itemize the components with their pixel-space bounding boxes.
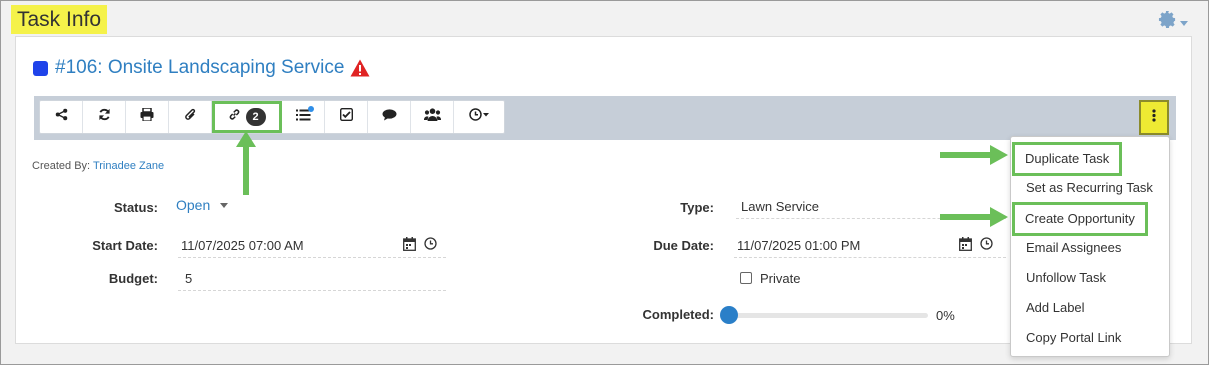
checkbox-icon (740, 272, 752, 284)
menu-item-email-assignees[interactable]: Email Assignees (1011, 233, 1169, 263)
completed-slider-thumb[interactable] (720, 306, 738, 324)
status-label: Status: (113, 200, 158, 215)
created-by-label: Created By: (32, 160, 91, 172)
budget-value: 5 (185, 271, 193, 286)
calendar-icon[interactable] (959, 237, 972, 256)
created-by: Created By: Trinadee Zane (32, 160, 164, 172)
more-actions-button[interactable] (1139, 100, 1169, 135)
comments-icon (382, 108, 397, 126)
print-icon (140, 107, 154, 126)
refresh-button[interactable] (83, 101, 126, 133)
assignees-button[interactable] (411, 101, 454, 133)
task-toolbar: 2 (34, 96, 1176, 140)
users-icon (423, 108, 441, 126)
comments-button[interactable] (368, 101, 411, 133)
menu-item-copy-portal-link[interactable]: Copy Portal Link (1011, 323, 1169, 353)
attach-button[interactable] (169, 101, 212, 133)
opportunity-arrow-icon (940, 207, 1008, 227)
task-title[interactable]: #106: Onsite Landscaping Service (55, 57, 344, 79)
budget-label: Budget: (108, 271, 158, 286)
chevron-down-icon (1180, 13, 1188, 31)
start-date-field[interactable]: 11/07/2025 07:00 AM (178, 236, 446, 258)
clock-icon (469, 108, 489, 126)
link-icon (228, 108, 241, 126)
chevron-down-icon (220, 203, 229, 209)
completed-slider-track[interactable] (728, 313, 928, 318)
budget-field[interactable]: 5 (178, 269, 446, 291)
start-date-icons (403, 237, 437, 256)
created-by-link[interactable]: Trinadee Zane (93, 160, 164, 172)
actions-dropdown-menu: Duplicate Task Set as Recurring Task Cre… (1010, 136, 1170, 357)
notification-dot (308, 106, 314, 112)
print-button[interactable] (126, 101, 169, 133)
duplicate-arrow-icon (940, 145, 1008, 165)
links-count-badge: 2 (245, 108, 266, 126)
gear-icon (1158, 10, 1177, 34)
todo-button[interactable] (325, 101, 368, 133)
share-button[interactable] (40, 101, 83, 133)
menu-item-set-recurring[interactable]: Set as Recurring Task (1011, 173, 1169, 203)
due-date-value: 11/07/2025 01:00 PM (737, 238, 861, 253)
private-checkbox[interactable]: Private (740, 271, 800, 286)
start-date-value: 11/07/2025 07:00 AM (181, 238, 304, 253)
checkbox-icon (339, 107, 353, 126)
type-label: Type: (680, 200, 714, 215)
task-heading: #106: Onsite Landscaping Service (33, 57, 370, 79)
clock-icon[interactable] (980, 237, 993, 256)
due-date-field[interactable]: 11/07/2025 01:00 PM (734, 236, 1006, 258)
private-label: Private (760, 271, 801, 286)
menu-item-duplicate-task[interactable]: Duplicate Task (1012, 142, 1123, 176)
checklist-list-button[interactable] (282, 101, 325, 133)
status-select[interactable]: Open (176, 197, 248, 219)
due-date-label: Due Date: (653, 238, 714, 253)
completed-label: Completed: (642, 307, 715, 322)
type-value: Lawn Service (741, 199, 820, 214)
calendar-icon[interactable] (403, 237, 416, 256)
refresh-icon (98, 108, 111, 126)
menu-item-unfollow-task[interactable]: Unfollow Task (1011, 263, 1169, 293)
attachment-icon (184, 108, 197, 127)
status-value: Open (176, 197, 211, 213)
due-date-icons (959, 237, 993, 256)
toolbar-button-group: 2 (39, 100, 505, 134)
task-color-icon (33, 60, 48, 76)
settings-menu[interactable] (1158, 10, 1188, 34)
warning-icon (350, 59, 370, 77)
start-date-label: Start Date: (92, 238, 158, 253)
menu-item-add-label[interactable]: Add Label (1011, 293, 1169, 323)
completed-value: 0% (936, 308, 955, 323)
menu-item-create-opportunity[interactable]: Create Opportunity (1012, 202, 1148, 236)
page-title: Task Info (11, 5, 108, 34)
kebab-icon (1152, 108, 1156, 127)
share-icon (55, 108, 68, 126)
time-menu-button[interactable] (454, 101, 504, 133)
clock-icon[interactable] (424, 237, 437, 256)
links-arrow-icon (236, 131, 256, 195)
